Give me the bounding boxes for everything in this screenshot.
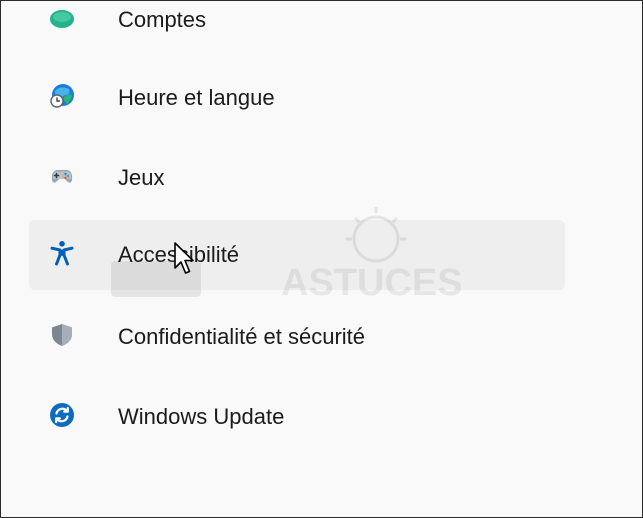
nav-item-comptes[interactable]: Comptes <box>29 1 565 55</box>
nav-item-accessibilite[interactable]: Accessibilité <box>29 220 565 290</box>
shield-icon <box>52 324 72 346</box>
settings-nav: Comptes Heure et langue Jeux Accessibili… <box>1 1 642 517</box>
accessibility-icon <box>50 241 74 266</box>
settings-window: Comptes Heure et langue Jeux Accessibili… <box>0 0 643 518</box>
account-icon <box>50 10 74 28</box>
nav-item-label: Confidentialité et sécurité <box>118 324 366 349</box>
nav-item-label: Jeux <box>118 165 165 190</box>
gamepad-icon <box>51 170 73 183</box>
windows-update-icon <box>50 403 74 427</box>
nav-item-label: Comptes <box>118 7 207 32</box>
nav-item-label: Windows Update <box>118 404 285 429</box>
globe-clock-icon <box>50 84 74 108</box>
nav-item-label: Accessibilité <box>118 242 240 267</box>
nav-item-confidentialite-et-securite[interactable]: Confidentialité et sécurité <box>29 302 565 372</box>
nav-item-jeux[interactable]: Jeux <box>29 143 565 213</box>
nav-item-label: Heure et langue <box>118 85 275 110</box>
nav-item-heure-et-langue[interactable]: Heure et langue <box>29 63 565 133</box>
nav-item-windows-update[interactable]: Windows Update <box>29 382 565 452</box>
